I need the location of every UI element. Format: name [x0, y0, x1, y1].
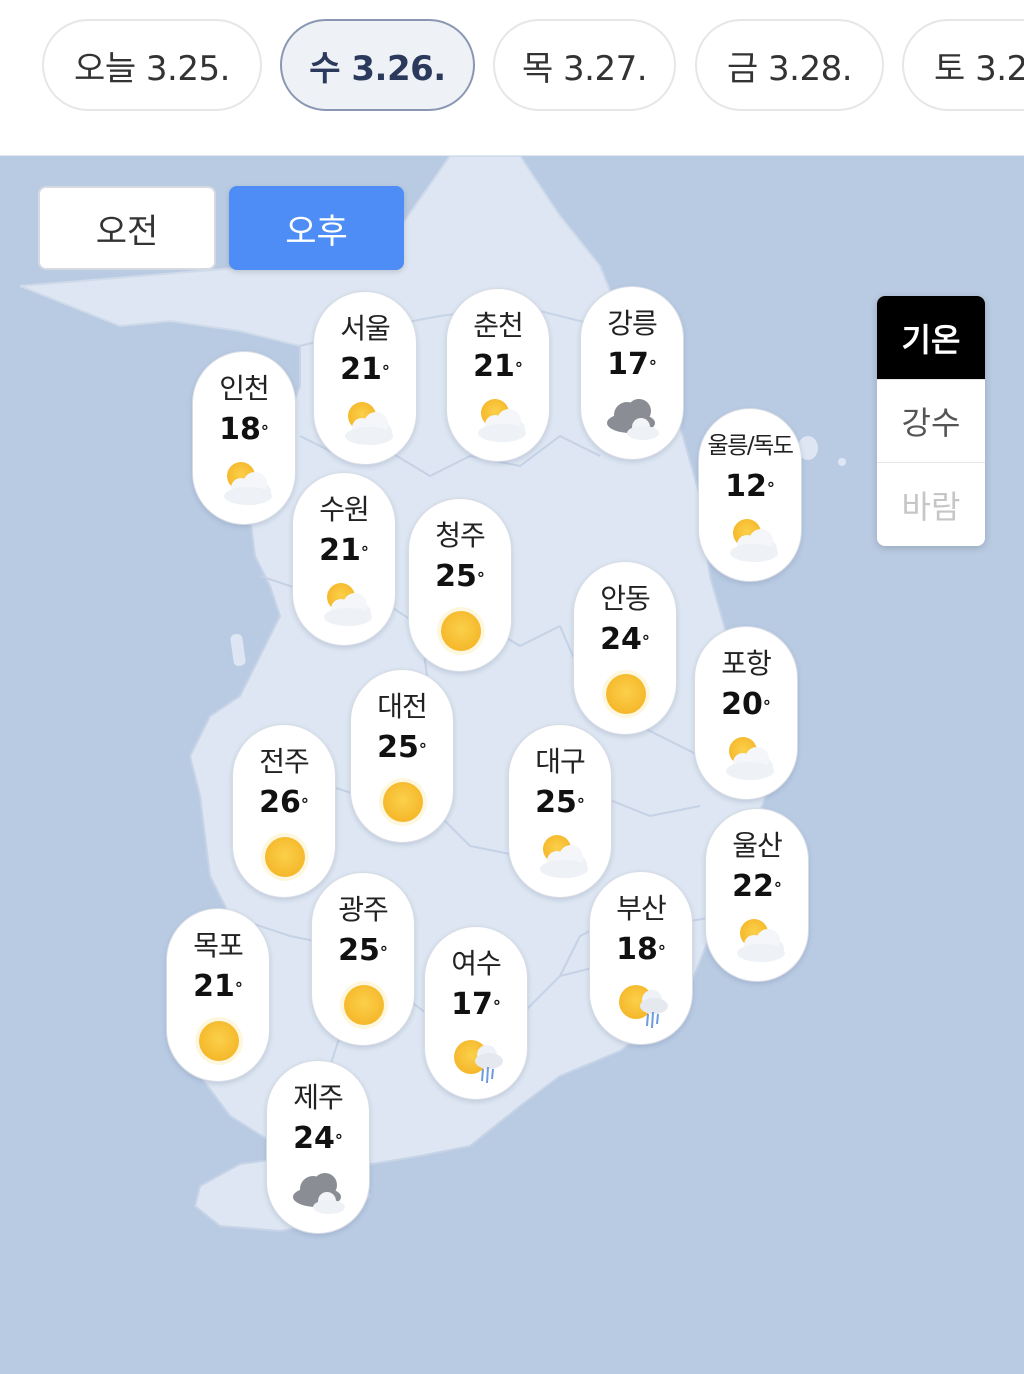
city-name: 제주 — [293, 1081, 344, 1114]
partly-cloudy-icon — [531, 829, 591, 885]
layer-wind-button[interactable]: 바람 — [877, 463, 985, 546]
city-marker-ulleung-dokdo[interactable]: 울릉/독도 12° — [698, 408, 802, 582]
city-temp: 17° — [451, 987, 501, 1022]
city-temp: 24° — [293, 1121, 343, 1156]
cloudy-icon — [603, 391, 663, 447]
city-marker-daejeon[interactable]: 대전 25° — [350, 669, 454, 843]
partly-cloudy-icon — [336, 396, 396, 452]
city-marker-chuncheon[interactable]: 춘천 21° — [446, 288, 550, 462]
partly-cloudy-icon — [721, 513, 781, 569]
sun-icon — [255, 829, 315, 885]
city-marker-suwon[interactable]: 수원 21° — [292, 472, 396, 646]
city-name: 포항 — [721, 647, 772, 680]
date-tab-bar: 오늘 3.25. 수 3.26. 목 3.27. 금 3.28. 토 3.2 — [0, 0, 1024, 156]
city-marker-yeosu[interactable]: 여수 17° — [424, 926, 528, 1100]
partly-cloudy-icon — [717, 731, 777, 787]
city-name: 강릉 — [607, 307, 658, 340]
date-tab-fri[interactable]: 금 3.28. — [695, 19, 884, 111]
city-marker-busan[interactable]: 부산 18° — [589, 871, 693, 1045]
city-temp: 21° — [340, 352, 390, 387]
city-temp: 18° — [219, 412, 269, 447]
city-temp: 25° — [377, 730, 427, 765]
date-tab-thu[interactable]: 목 3.27. — [493, 19, 676, 111]
city-name: 목포 — [193, 929, 244, 962]
partly-cloudy-icon — [315, 577, 375, 633]
city-name: 안동 — [600, 582, 651, 615]
city-name: 울산 — [732, 829, 783, 862]
partly-cloudy-icon — [469, 393, 529, 449]
city-marker-daegu[interactable]: 대구 25° — [508, 724, 612, 898]
city-temp: 21° — [193, 969, 243, 1004]
city-marker-ulsan[interactable]: 울산 22° — [705, 808, 809, 982]
city-temp: 25° — [338, 933, 388, 968]
am-button[interactable]: 오전 — [38, 186, 216, 270]
sun-icon — [334, 977, 394, 1033]
city-name: 서울 — [340, 312, 391, 345]
city-name: 춘천 — [473, 309, 524, 342]
city-name: 광주 — [338, 893, 389, 926]
partly-cloudy-icon — [215, 456, 275, 512]
sun-icon — [431, 603, 491, 659]
city-temp: 20° — [721, 687, 771, 722]
city-marker-pohang[interactable]: 포항 20° — [694, 626, 798, 800]
sun-icon — [373, 774, 433, 830]
sun-shower-icon — [612, 976, 672, 1032]
date-tab-sat[interactable]: 토 3.2 — [902, 19, 1024, 111]
city-name: 전주 — [259, 745, 310, 778]
city-name: 인천 — [219, 372, 270, 405]
layer-selector: 기온 강수 바람 — [877, 296, 985, 546]
city-name: 울릉/독도 — [707, 433, 794, 459]
city-temp: 12° — [725, 469, 775, 504]
city-marker-jeju[interactable]: 제주 24° — [266, 1060, 370, 1234]
city-marker-mokpo[interactable]: 목포 21° — [166, 908, 270, 1082]
layer-temperature-button[interactable]: 기온 — [877, 296, 985, 380]
layer-precipitation-button[interactable]: 강수 — [877, 380, 985, 463]
city-temp: 24° — [600, 622, 650, 657]
city-marker-cheongju[interactable]: 청주 25° — [408, 498, 512, 672]
city-temp: 21° — [473, 349, 523, 384]
city-marker-gangneung[interactable]: 강릉 17° — [580, 286, 684, 460]
city-temp: 17° — [607, 347, 657, 382]
date-tab-today[interactable]: 오늘 3.25. — [42, 19, 262, 111]
city-temp: 25° — [435, 559, 485, 594]
pm-button[interactable]: 오후 — [229, 186, 404, 270]
date-tab-wed[interactable]: 수 3.26. — [280, 19, 475, 111]
sun-icon — [596, 666, 656, 722]
city-marker-seoul[interactable]: 서울 21° — [313, 291, 417, 465]
weather-map[interactable]: 오전 오후 기온 강수 바람 인천 18° 서울 21° 춘천 21° 강릉 1… — [0, 156, 1024, 1374]
city-marker-andong[interactable]: 안동 24° — [573, 561, 677, 735]
city-name: 부산 — [616, 892, 667, 925]
city-temp: 26° — [259, 785, 309, 820]
city-marker-jeonju[interactable]: 전주 26° — [232, 724, 336, 898]
sun-icon — [189, 1013, 249, 1069]
city-temp: 22° — [732, 869, 782, 904]
city-name: 대구 — [535, 745, 586, 778]
sun-shower-icon — [447, 1031, 507, 1087]
cloudy-icon — [289, 1165, 349, 1221]
city-name: 청주 — [435, 519, 486, 552]
city-marker-gwangju[interactable]: 광주 25° — [311, 872, 415, 1046]
city-temp: 18° — [616, 932, 666, 967]
city-name: 대전 — [377, 690, 428, 723]
city-marker-incheon[interactable]: 인천 18° — [192, 351, 296, 525]
city-name: 수원 — [319, 493, 370, 526]
city-temp: 21° — [319, 533, 369, 568]
city-name: 여수 — [451, 947, 502, 980]
partly-cloudy-icon — [728, 913, 788, 969]
city-temp: 25° — [535, 785, 585, 820]
